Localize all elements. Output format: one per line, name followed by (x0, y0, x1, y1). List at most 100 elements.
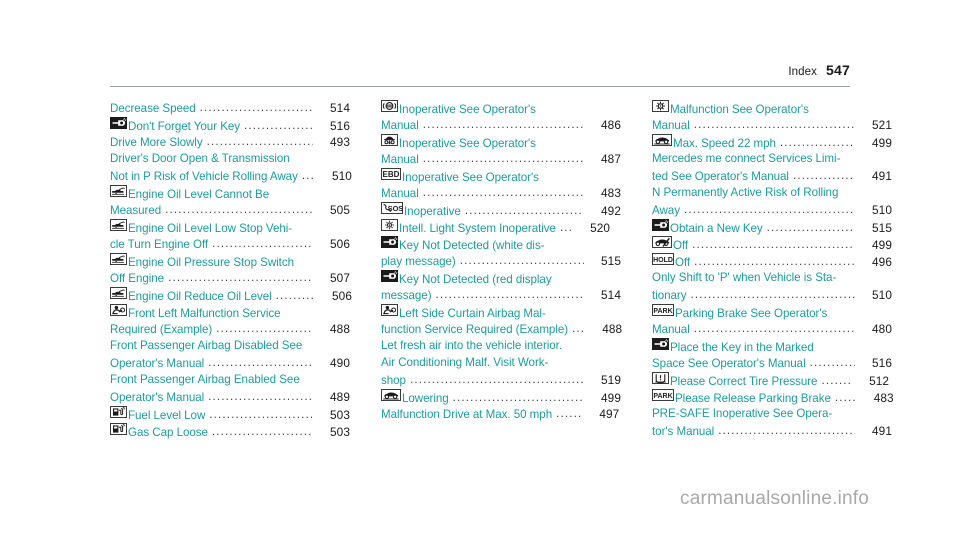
index-entry-line[interactable]: Inoperative See Operator's (381, 134, 621, 152)
index-entry-line[interactable]: PRE-SAFE Inoperative See Opera- (652, 407, 892, 424)
index-entry-line[interactable]: Obtain a New Key........................… (652, 219, 892, 237)
index-entry-line[interactable]: Manual..................................… (381, 186, 621, 203)
index-entry-text: Away (652, 204, 680, 217)
index-entry-line[interactable]: Inoperative See Operator's (381, 100, 621, 118)
index-entry-line[interactable]: Operator's Manual.......................… (110, 356, 350, 373)
index-entry-line[interactable]: Engine Oil Level Cannot Be (110, 185, 350, 203)
index-entry-text: N Permanently Active Risk of Rolling (652, 186, 839, 199)
index-entry-text: play message) (381, 255, 456, 268)
index-entry-line[interactable]: Decrease Speed..........................… (110, 101, 350, 118)
index-entry-line[interactable]: Away....................................… (652, 203, 892, 220)
index-entry-text: Left Side Curtain Airbag Mal- (399, 307, 546, 320)
index-entry-line[interactable]: PARK Please Release Parking Brake..... 483 (652, 389, 894, 407)
index-entry-line[interactable]: Place the Key in the Marked (652, 338, 892, 356)
dot-leader: ........................................… (422, 118, 584, 131)
index-entry-page: 506 (332, 289, 352, 303)
index-entry-line[interactable]: Key Not Detected (red display (381, 270, 621, 288)
index-entry-line[interactable]: PARK Parking Brake See Operator's (652, 304, 892, 322)
index-entry-line[interactable]: Left Side Curtain Airbag Mal- (381, 304, 621, 322)
index-entry-line[interactable]: Let fresh air into the vehicle interior. (381, 339, 621, 356)
index-entry-text: tor's Manual (652, 425, 715, 438)
index-entry-line[interactable]: Don't Forget Your Key...................… (110, 117, 350, 135)
index-entry-text: Inoperative See Operator's (399, 103, 536, 116)
index-entry-line[interactable]: Not in P Risk of Vehicle Rolling Away...… (110, 169, 352, 186)
airbag-icon (110, 304, 127, 316)
index-entry-line[interactable]: tor's Manual............................… (652, 424, 892, 441)
index-entry-page: 510 (872, 203, 892, 217)
site-watermark: carmanualsonline.info (680, 488, 870, 509)
index-entry-line[interactable]: Measured................................… (110, 203, 350, 220)
index-entry-line[interactable]: HOLD Off.................................… (652, 253, 892, 271)
index-entry-line[interactable]: Driver's Door Open & Transmission (110, 152, 350, 169)
index-entry-line[interactable]: Key Not Detected (white dis- (381, 236, 621, 254)
index-entry-page: 510 (872, 288, 892, 302)
index-entry-line[interactable]: N Permanently Active Risk of Rolling (652, 186, 892, 203)
index-entry-line[interactable]: tionary.................................… (652, 288, 892, 305)
index-entry-text: Inoperative (404, 205, 461, 218)
dot-leader: ........................................… (409, 373, 584, 386)
index-entry-line[interactable]: Manual..................................… (652, 118, 892, 135)
index-entry-line[interactable]: Manual..................................… (381, 152, 621, 169)
header-divider (110, 86, 850, 87)
tire-pressure-icon (652, 372, 669, 384)
index-entry-line[interactable]: Malfunction See Operator's (652, 100, 892, 118)
index-entry-line[interactable]: Mercedes me connect Services Limi- (652, 152, 892, 169)
index-entry-line[interactable]: Front Left Malfunction Service (110, 304, 350, 322)
column-3: Malfunction See Operator's Manual........… (652, 100, 894, 441)
index-entry-line[interactable]: Engine Oil Pressure Stop Switch (110, 253, 350, 271)
oil-can-icon (110, 287, 127, 299)
index-entry-line[interactable]: Max. Speed 22 mph.......................… (652, 134, 892, 152)
index-entry-line[interactable]: Front Passenger Airbag Disabled See (110, 339, 350, 356)
index-entry-page: 516 (330, 119, 350, 133)
index-entry-page: 505 (330, 203, 350, 217)
index-entry-line[interactable]: Required (Example)......................… (110, 322, 350, 339)
index-entry-text: Parking Brake See Operator's (675, 307, 828, 320)
index-entry-text: function Service Required (Example) (381, 323, 569, 336)
index-entry-line[interactable]: Space See Operator's Manual.............… (652, 356, 892, 373)
index-entry-text: Don't Forget Your Key (128, 120, 241, 133)
index-entry-page: 515 (601, 254, 621, 268)
index-entry-text: Front Left Malfunction Service (128, 307, 281, 320)
dot-leader: ........................................… (244, 119, 313, 132)
index-entry-line[interactable]: Gas Cap Loose...........................… (110, 423, 350, 441)
dot-leader: ........................................… (422, 186, 584, 199)
index-entry-line[interactable]: function Service Required (Example)... 48… (381, 322, 622, 339)
index-entry-line[interactable]: EBD Inoperative See Operator's (381, 168, 621, 186)
index-entry-text: tionary (652, 289, 687, 302)
column-2: Inoperative See Operator's Manual........… (381, 100, 622, 441)
index-entry-line[interactable]: Malfunction Drive at Max. 50 mph...... 49… (381, 407, 621, 424)
index-entry-line[interactable]: Front Passenger Airbag Enabled See (110, 373, 350, 390)
index-entry-line[interactable]: Air Conditioning Malf. Visit Work- (381, 356, 621, 373)
index-entry-page: 514 (330, 101, 350, 115)
index-entry-line[interactable]: Only Shift to 'P' when Vehicle is Sta- (652, 271, 892, 288)
dot-leader: ........................................… (422, 152, 584, 165)
index-entry-line[interactable]: play message)...........................… (381, 254, 621, 271)
index-entry-line[interactable]: message)................................… (381, 288, 621, 305)
index-entry-line[interactable]: Fuel Level Low..........................… (110, 406, 350, 424)
index-entry-line[interactable]: Operator's Manual.......................… (110, 390, 350, 407)
index-entry-line[interactable]: Off.....................................… (652, 236, 892, 254)
index-entry-line[interactable]: Drive More Slowly.......................… (110, 135, 350, 152)
car-icon (652, 134, 672, 146)
index-entry-text: Please Correct Tire Pressure (670, 375, 818, 388)
ebd-icon: EBD (381, 168, 401, 180)
index-entry-line[interactable]: SOS Inoperative..........................… (381, 202, 621, 220)
index-entry-line[interactable]: Please Correct Tire Pressure....... 512 (652, 372, 892, 390)
dot-leader: ... (559, 221, 574, 234)
index-entry-page: 510 (331, 169, 352, 183)
index-entry-line[interactable]: cle Turn Engine Off.....................… (110, 237, 350, 254)
index-entry-line[interactable]: Off Engine..............................… (110, 271, 350, 288)
index-entry-line[interactable]: Engine Oil Reduce Oil Level......... 506 (110, 287, 352, 305)
index-entry-line[interactable]: ted See Operator's Manual...............… (652, 169, 892, 186)
dot-leader: ........................................… (693, 322, 855, 335)
index-entry-line[interactable]: Lowering................................… (381, 389, 621, 407)
index-entry-text: Max. Speed 22 mph (673, 137, 776, 150)
index-entry-text: Malfunction Drive at Max. 50 mph (381, 408, 553, 421)
index-entry-line[interactable]: Intell. Light System Inoperative... 520 (381, 219, 621, 237)
index-entry-line[interactable]: shop....................................… (381, 373, 621, 390)
index-entry-line[interactable]: Manual..................................… (381, 118, 621, 135)
index-entry-text: Measured (110, 204, 162, 217)
index-entry-line[interactable]: Engine Oil Level Low Stop Vehi- (110, 219, 350, 237)
index-entry-line[interactable]: Manual..................................… (652, 322, 892, 339)
index-entry-text: Fuel Level Low (128, 409, 206, 422)
